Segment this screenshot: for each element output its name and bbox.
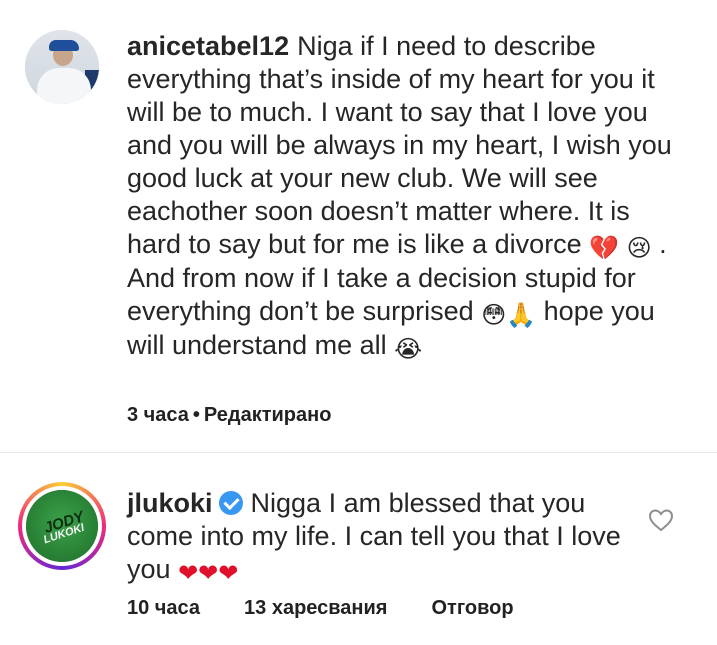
reply-button[interactable]: Отговор xyxy=(431,597,513,619)
comment-anicetabel12: anicetabel12 Niga if I need to describe e… xyxy=(0,0,717,450)
comment-time: 3 часа xyxy=(127,404,189,426)
verified-badge-icon xyxy=(218,491,243,515)
username[interactable]: jlukoki xyxy=(127,488,213,518)
heart-outline-icon[interactable] xyxy=(648,508,674,532)
loudly-crying-face-emoji: 😭 xyxy=(394,335,423,363)
comment-text: jlukoki Nigga I am blessed that you come … xyxy=(127,487,627,587)
avatar[interactable]: JODY LUKOKI xyxy=(26,490,98,562)
meta-separator: • xyxy=(192,404,200,426)
comment-body: Niga if I need to describe everything th… xyxy=(127,31,672,259)
red-heart-emoji: ❤ xyxy=(178,559,199,587)
broken-heart-emoji: 💔 xyxy=(589,234,620,262)
comment-meta: 10 часа 13 харесвания Отговор xyxy=(127,597,514,620)
avatar[interactable] xyxy=(25,30,99,104)
divider xyxy=(0,452,717,453)
comment-text: anicetabel12 Niga if I need to describe e… xyxy=(127,30,687,363)
username[interactable]: anicetabel12 xyxy=(127,31,289,61)
folded-hands-emoji: 🙏 xyxy=(506,301,537,329)
crying-face-emoji: 😢 xyxy=(626,234,652,262)
flushed-face-emoji: 😳 xyxy=(481,301,507,329)
likes-count[interactable]: 13 харесвания xyxy=(244,597,387,619)
red-heart-emoji: ❤ xyxy=(218,559,239,587)
comment-time: 10 часа xyxy=(127,597,201,619)
comment-meta: 3 часа • Редактирано xyxy=(127,404,375,427)
edited-label: Редактирано xyxy=(203,404,332,426)
red-heart-emoji: ❤ xyxy=(198,559,219,587)
